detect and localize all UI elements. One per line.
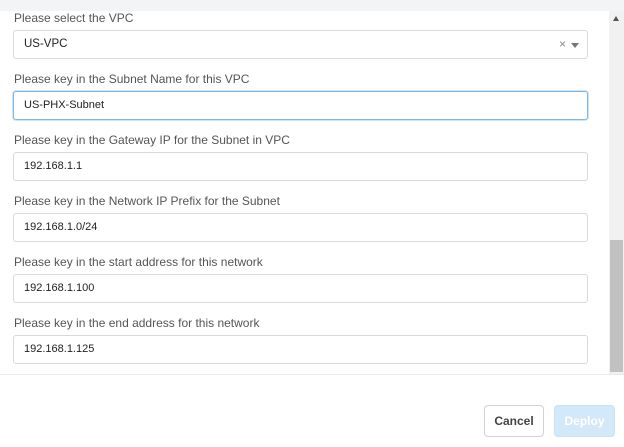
start-address-label: Please key in the start address for this…	[14, 255, 263, 269]
deploy-button[interactable]: Deploy	[554, 405, 615, 437]
start-address-input[interactable]: 192.168.1.100	[13, 274, 588, 303]
dialog-top-band	[0, 0, 624, 11]
gateway-ip-input[interactable]: 192.168.1.1	[13, 152, 588, 181]
close-icon[interactable]: ×	[559, 31, 566, 58]
cancel-button[interactable]: Cancel	[484, 405, 544, 437]
end-address-label: Please key in the end address for this n…	[14, 316, 260, 330]
network-prefix-input[interactable]: 192.168.1.0/24	[13, 213, 588, 242]
scrollbar-thumb[interactable]	[610, 240, 623, 372]
subnet-name-label: Please key in the Subnet Name for this V…	[14, 72, 250, 86]
deploy-form: Please select the VPC US-VPC × Please ke…	[0, 11, 609, 374]
vpc-select[interactable]: US-VPC ×	[13, 30, 588, 59]
vpc-select-value: US-VPC	[24, 38, 68, 50]
chevron-down-icon[interactable]	[571, 42, 579, 48]
arrow-up-icon[interactable]	[613, 16, 619, 21]
vpc-label: Please select the VPC	[14, 11, 134, 25]
subnet-name-input[interactable]: US-PHX-Subnet	[13, 91, 588, 120]
gateway-ip-label: Please key in the Gateway IP for the Sub…	[14, 133, 290, 147]
form-scrollbar[interactable]	[609, 11, 624, 374]
footer-divider	[0, 374, 624, 375]
vpc-select-controls: ×	[559, 31, 579, 58]
network-prefix-label: Please key in the Network IP Prefix for …	[14, 194, 280, 208]
end-address-input[interactable]: 192.168.1.125	[13, 335, 588, 364]
